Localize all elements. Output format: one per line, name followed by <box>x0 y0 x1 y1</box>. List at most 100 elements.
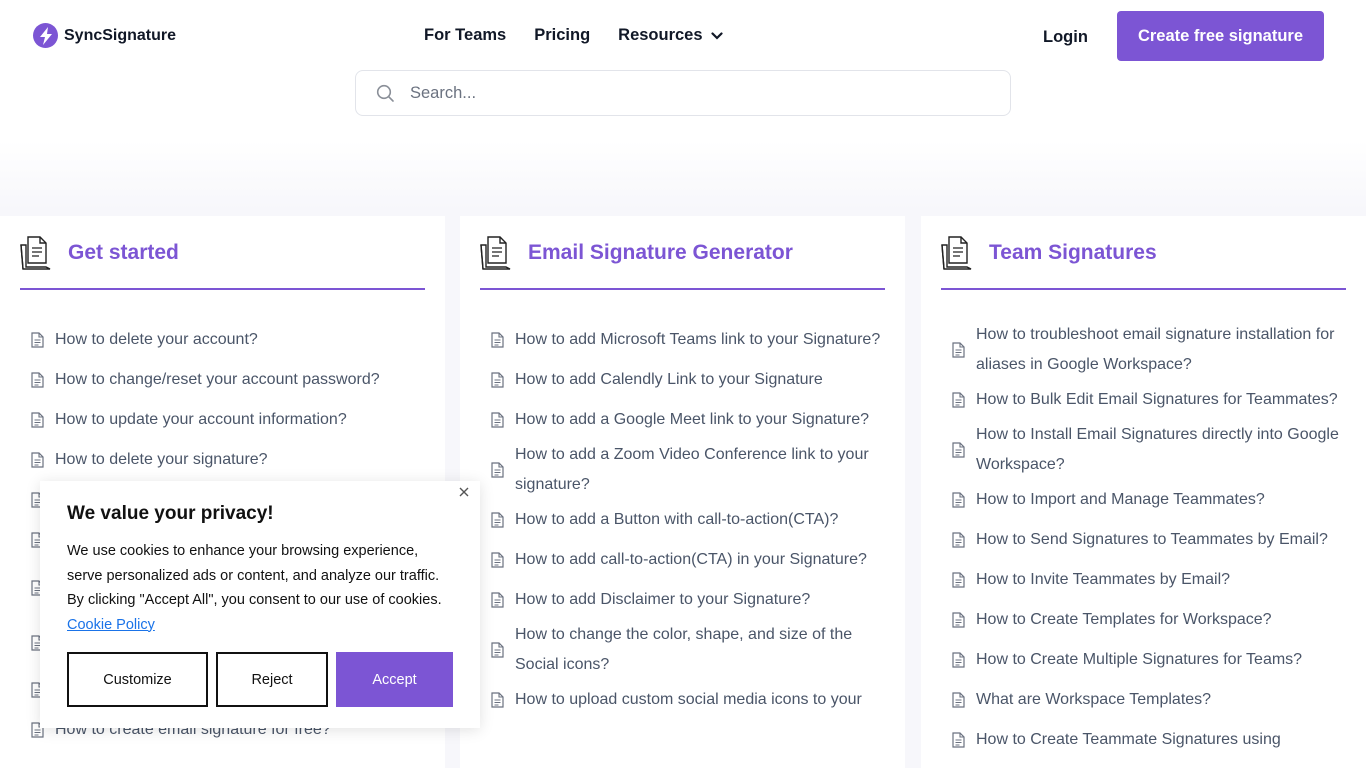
file-icon <box>951 612 966 628</box>
nav-label: For Teams <box>424 26 507 44</box>
file-icon <box>951 342 966 358</box>
article-title: How to add call-to-action(CTA) in your S… <box>515 551 867 568</box>
file-icon <box>951 732 966 748</box>
nav-resources[interactable]: Resources <box>618 26 723 45</box>
cookie-body: We use cookies to enhance your browsing … <box>67 543 442 608</box>
customize-button[interactable]: Customize <box>67 652 208 707</box>
file-icon <box>951 692 966 708</box>
article-link[interactable]: How to add a Zoom Video Conference link … <box>480 440 885 500</box>
article-list: How to troubleshoot email signature inst… <box>941 320 1346 760</box>
article-title: How to delete your account? <box>55 331 258 348</box>
article-title: How to add a Google Meet link to your Si… <box>515 411 869 428</box>
article-title: How to add Calendly Link to your Signatu… <box>515 371 823 388</box>
article-title: How to add Disclaimer to your Signature? <box>515 591 811 608</box>
divider <box>941 288 1346 290</box>
file-icon <box>490 462 505 478</box>
nav-label: Pricing <box>534 26 591 44</box>
divider <box>20 288 425 290</box>
login-link[interactable]: Login <box>1043 28 1088 47</box>
article-link[interactable]: How to add a Google Meet link to your Si… <box>480 400 885 440</box>
create-free-signature-button[interactable]: Create free signature <box>1117 11 1324 61</box>
article-link[interactable]: How to Send Signatures to Teammates by E… <box>941 520 1346 560</box>
article-title: How to troubleshoot email signature inst… <box>976 326 1335 373</box>
category-title: Get started <box>68 241 179 264</box>
article-link[interactable]: How to add call-to-action(CTA) in your S… <box>480 540 885 580</box>
article-link[interactable]: How to add a Button with call-to-action(… <box>480 500 885 540</box>
article-title: How to Invite Teammates by Email? <box>976 571 1231 588</box>
article-link[interactable]: How to Create Multiple Signatures for Te… <box>941 640 1346 680</box>
article-link[interactable]: How to troubleshoot email signature inst… <box>941 320 1346 380</box>
article-link[interactable]: How to add Disclaimer to your Signature? <box>480 580 885 620</box>
article-title: How to Send Signatures to Teammates by E… <box>976 531 1328 548</box>
article-link[interactable]: How to change/reset your account passwor… <box>20 360 425 400</box>
accept-button[interactable]: Accept <box>336 652 453 707</box>
file-icon <box>30 452 45 468</box>
brand-name: SyncSignature <box>64 26 177 44</box>
brand-logo[interactable]: SyncSignature <box>33 23 176 48</box>
documents-icon <box>941 236 974 270</box>
close-icon[interactable] <box>459 484 471 497</box>
documents-icon <box>480 236 513 270</box>
category-card-email-signature-generator: Email Signature Generator How to add Mic… <box>460 216 905 768</box>
article-link[interactable]: How to delete your account? <box>20 320 425 360</box>
file-icon <box>951 572 966 588</box>
article-title: How to change/reset your account passwor… <box>55 371 380 388</box>
article-link[interactable]: How to change the color, shape, and size… <box>480 620 885 680</box>
article-title: How to add a Zoom Video Conference link … <box>515 446 869 493</box>
file-icon <box>951 492 966 508</box>
article-title: What are Workspace Templates? <box>976 691 1212 708</box>
file-icon <box>951 532 966 548</box>
reject-button[interactable]: Reject <box>216 652 328 707</box>
file-icon <box>951 392 966 408</box>
file-icon <box>490 642 505 658</box>
file-icon <box>490 552 505 568</box>
site-header: SyncSignature For Teams Pricing Resource… <box>0 0 1366 72</box>
article-link[interactable]: How to Create Teammate Signatures using <box>941 720 1346 760</box>
article-title: How to Import and Manage Teammates? <box>976 491 1265 508</box>
category-title: Email Signature Generator <box>528 241 793 264</box>
article-title: How to Create Templates for Workspace? <box>976 611 1272 628</box>
article-title: How to Create Multiple Signatures for Te… <box>976 651 1303 668</box>
file-icon <box>490 332 505 348</box>
search-icon <box>376 84 396 103</box>
search-bar <box>355 70 1011 116</box>
article-link[interactable]: How to Bulk Edit Email Signatures for Te… <box>941 380 1346 420</box>
article-title: How to add a Button with call-to-action(… <box>515 511 839 528</box>
category-card-team-signatures: Team Signatures How to troubleshoot emai… <box>921 216 1366 768</box>
card-header: Team Signatures <box>941 236 1346 270</box>
card-header: Email Signature Generator <box>480 236 885 270</box>
article-title: How to change the color, shape, and size… <box>515 626 853 673</box>
nav-pricing[interactable]: Pricing <box>534 26 590 45</box>
article-link[interactable]: How to Invite Teammates by Email? <box>941 560 1346 600</box>
nav-for-teams[interactable]: For Teams <box>424 26 506 45</box>
category-title: Team Signatures <box>989 241 1157 264</box>
cookie-message: We use cookies to enhance your browsing … <box>67 539 453 637</box>
article-link[interactable]: How to Install Email Signatures directly… <box>941 420 1346 480</box>
lightning-bolt-icon <box>33 23 58 48</box>
article-link[interactable]: How to add Microsoft Teams link to your … <box>480 320 885 360</box>
file-icon <box>30 372 45 388</box>
file-icon <box>490 412 505 428</box>
file-icon <box>490 592 505 608</box>
cookie-consent-dialog: We value your privacy! We use cookies to… <box>40 481 480 728</box>
chevron-down-icon <box>710 31 723 40</box>
article-link[interactable]: How to update your account information? <box>20 400 425 440</box>
article-link[interactable]: How to Create Templates for Workspace? <box>941 600 1346 640</box>
article-list: How to add Microsoft Teams link to your … <box>480 320 885 720</box>
file-icon <box>951 442 966 458</box>
article-link[interactable]: How to upload custom social media icons … <box>480 680 885 720</box>
article-link[interactable]: How to add Calendly Link to your Signatu… <box>480 360 885 400</box>
main-nav: For Teams Pricing Resources <box>424 26 723 45</box>
article-title: How to delete your signature? <box>55 451 268 468</box>
article-link[interactable]: How to delete your signature? <box>20 440 425 480</box>
article-title: How to add Microsoft Teams link to your … <box>515 331 881 348</box>
article-link[interactable]: How to Import and Manage Teammates? <box>941 480 1346 520</box>
documents-icon <box>20 236 53 270</box>
cookie-policy-link[interactable]: Cookie Policy <box>67 617 155 633</box>
article-title: How to Install Email Signatures directly… <box>976 426 1339 473</box>
article-link[interactable]: What are Workspace Templates? <box>941 680 1346 720</box>
cookie-actions: Customize Reject Accept <box>67 652 453 707</box>
card-header: Get started <box>20 236 425 270</box>
search-input[interactable] <box>410 83 990 103</box>
file-icon <box>490 692 505 708</box>
